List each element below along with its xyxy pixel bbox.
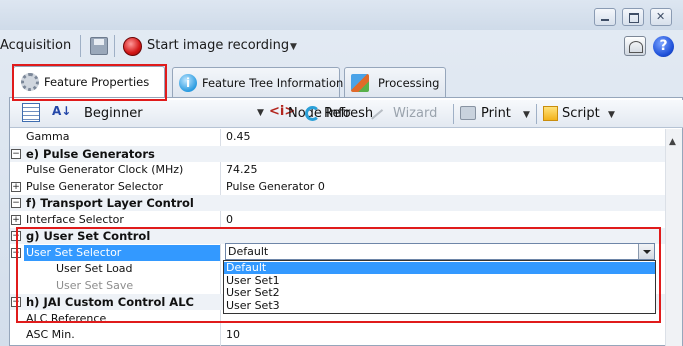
toolbar-separator [114, 35, 115, 57]
toolbar-separator [80, 35, 81, 57]
script-button[interactable]: Script [562, 106, 600, 121]
property-name: Interface Selector [26, 213, 124, 226]
tab-label: Feature Tree Information [202, 76, 344, 90]
print-icon [460, 106, 476, 120]
collapse-icon[interactable]: − [11, 198, 21, 208]
processing-icon [351, 74, 369, 92]
close-button[interactable] [650, 8, 672, 26]
tab-processing[interactable]: Processing [344, 67, 446, 97]
sort-alphabetical-icon[interactable]: A↓ [52, 104, 71, 118]
property-name: Gamma [26, 130, 70, 143]
category-row[interactable]: − e) Pulse Generators [10, 146, 665, 162]
scroll-up-icon[interactable]: ▲ [669, 137, 676, 147]
visibility-combo[interactable]: Beginner [84, 106, 143, 121]
collapse-icon[interactable]: − [11, 149, 21, 159]
record-icon[interactable] [123, 37, 142, 56]
script-icon [543, 106, 558, 121]
property-value[interactable]: Pulse Generator 0 [226, 180, 325, 193]
start-recording-button[interactable]: Start image recording [147, 38, 289, 53]
property-name: f) Transport Layer Control [26, 196, 194, 210]
highlight-box-user-set [16, 227, 661, 323]
property-row[interactable]: + Pulse Generator Selector Pulse Generator… [10, 179, 665, 195]
category-row[interactable]: − f) Transport Layer Control [10, 195, 665, 211]
gauge-icon[interactable] [624, 36, 646, 56]
property-value[interactable]: 74.25 [226, 163, 258, 176]
property-value[interactable]: 0 [226, 213, 233, 226]
property-name: Pulse Generator Clock (MHz) [26, 163, 184, 176]
minimize-button[interactable] [594, 8, 616, 26]
property-name: Pulse Generator Selector [26, 180, 164, 193]
visibility-dropdown-caret[interactable]: ▼ [257, 108, 264, 118]
property-value[interactable]: 10 [226, 328, 240, 341]
maximize-icon [623, 9, 643, 25]
expand-icon[interactable]: + [11, 182, 21, 192]
record-dropdown-caret[interactable]: ▼ [290, 42, 297, 52]
minimize-icon [595, 9, 615, 25]
refresh-button[interactable]: Refresh [324, 106, 373, 121]
script-dropdown-caret[interactable]: ▼ [608, 110, 615, 120]
title-bar [0, 0, 683, 30]
maximize-button[interactable] [622, 8, 644, 26]
property-row[interactable]: + Interface Selector 0 [10, 212, 665, 228]
save-icon[interactable] [90, 37, 108, 55]
help-icon[interactable]: ? [653, 36, 674, 57]
property-row[interactable]: Pulse Generator Clock (MHz) 74.25 [10, 162, 665, 178]
vertical-scrollbar[interactable]: ▲ [665, 129, 682, 346]
application-window: Acquisition Start image recording ▼ ? Fe… [0, 0, 683, 346]
acquisition-menu[interactable]: Acquisition [0, 38, 71, 53]
tab-feature-tree-information[interactable]: i Feature Tree Information [172, 67, 344, 97]
property-value[interactable]: 0.45 [226, 130, 251, 143]
print-button[interactable]: Print [481, 106, 511, 121]
property-name: e) Pulse Generators [26, 147, 155, 161]
property-row[interactable]: ASC Min. 10 [10, 327, 665, 343]
tab-label: Processing [378, 76, 440, 90]
toolbar-separator [453, 104, 454, 124]
refresh-icon [305, 106, 320, 121]
close-icon [651, 9, 671, 25]
toolbar-separator [536, 104, 537, 124]
expand-icon[interactable]: + [11, 215, 21, 225]
wizard-button[interactable]: Wizard [393, 106, 437, 121]
print-dropdown-caret[interactable]: ▼ [523, 110, 530, 120]
property-name: ASC Min. [26, 328, 75, 341]
categorized-view-icon[interactable] [22, 103, 40, 122]
property-row[interactable]: Gamma 0.45 [10, 129, 665, 145]
info-icon: i [179, 74, 197, 92]
highlight-box-tab [12, 64, 167, 101]
